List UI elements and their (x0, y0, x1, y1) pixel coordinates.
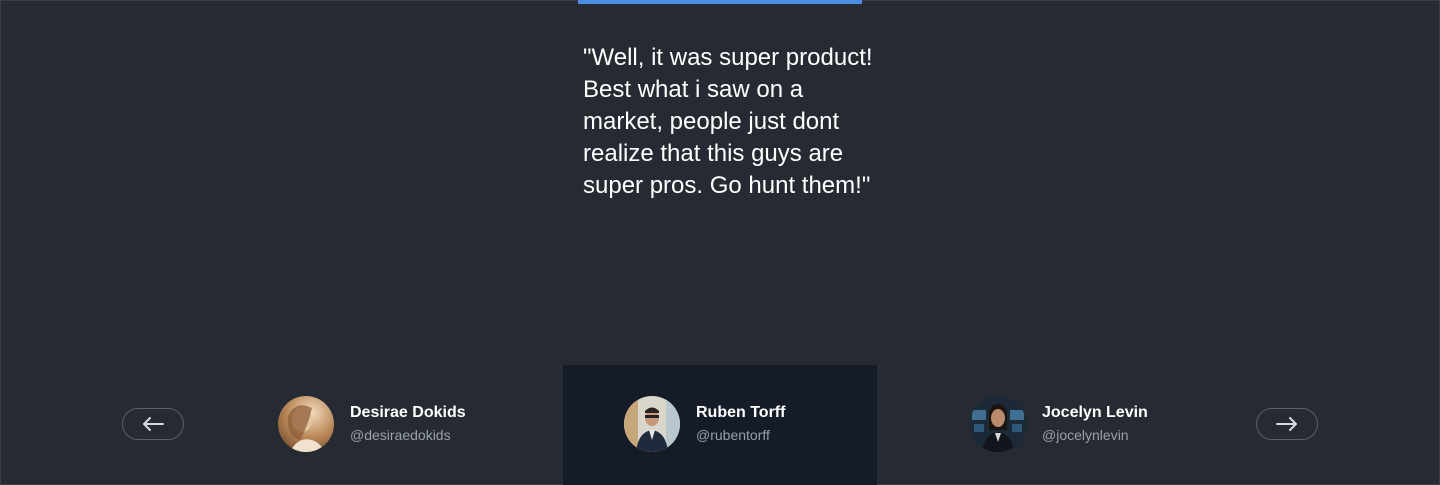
person-card-jocelyn[interactable]: Jocelyn Levin @jocelynlevin (970, 396, 1148, 452)
person-name: Jocelyn Levin (1042, 404, 1148, 421)
person-handle: @desiraedokids (350, 427, 451, 443)
person-card-ruben[interactable]: Ruben Torff @rubentorff (624, 396, 785, 452)
person-card-desirae[interactable]: Desirae Dokids @desiraedokids (278, 396, 466, 452)
testimonial-quote: "Well, it was super product! Best what i… (583, 44, 873, 199)
active-indicator-bar (578, 0, 862, 4)
person-name: Desirae Dokids (350, 404, 466, 421)
avatar (278, 396, 334, 452)
arrow-right-icon (1276, 417, 1297, 431)
avatar (970, 396, 1026, 452)
next-button[interactable] (1256, 408, 1318, 440)
avatar (624, 396, 680, 452)
person-handle: @jocelynlevin (1042, 427, 1129, 443)
person-name: Ruben Torff (696, 404, 786, 421)
arrow-left-icon (143, 417, 164, 431)
person-handle: @rubentorff (696, 427, 770, 443)
previous-button[interactable] (122, 408, 184, 440)
